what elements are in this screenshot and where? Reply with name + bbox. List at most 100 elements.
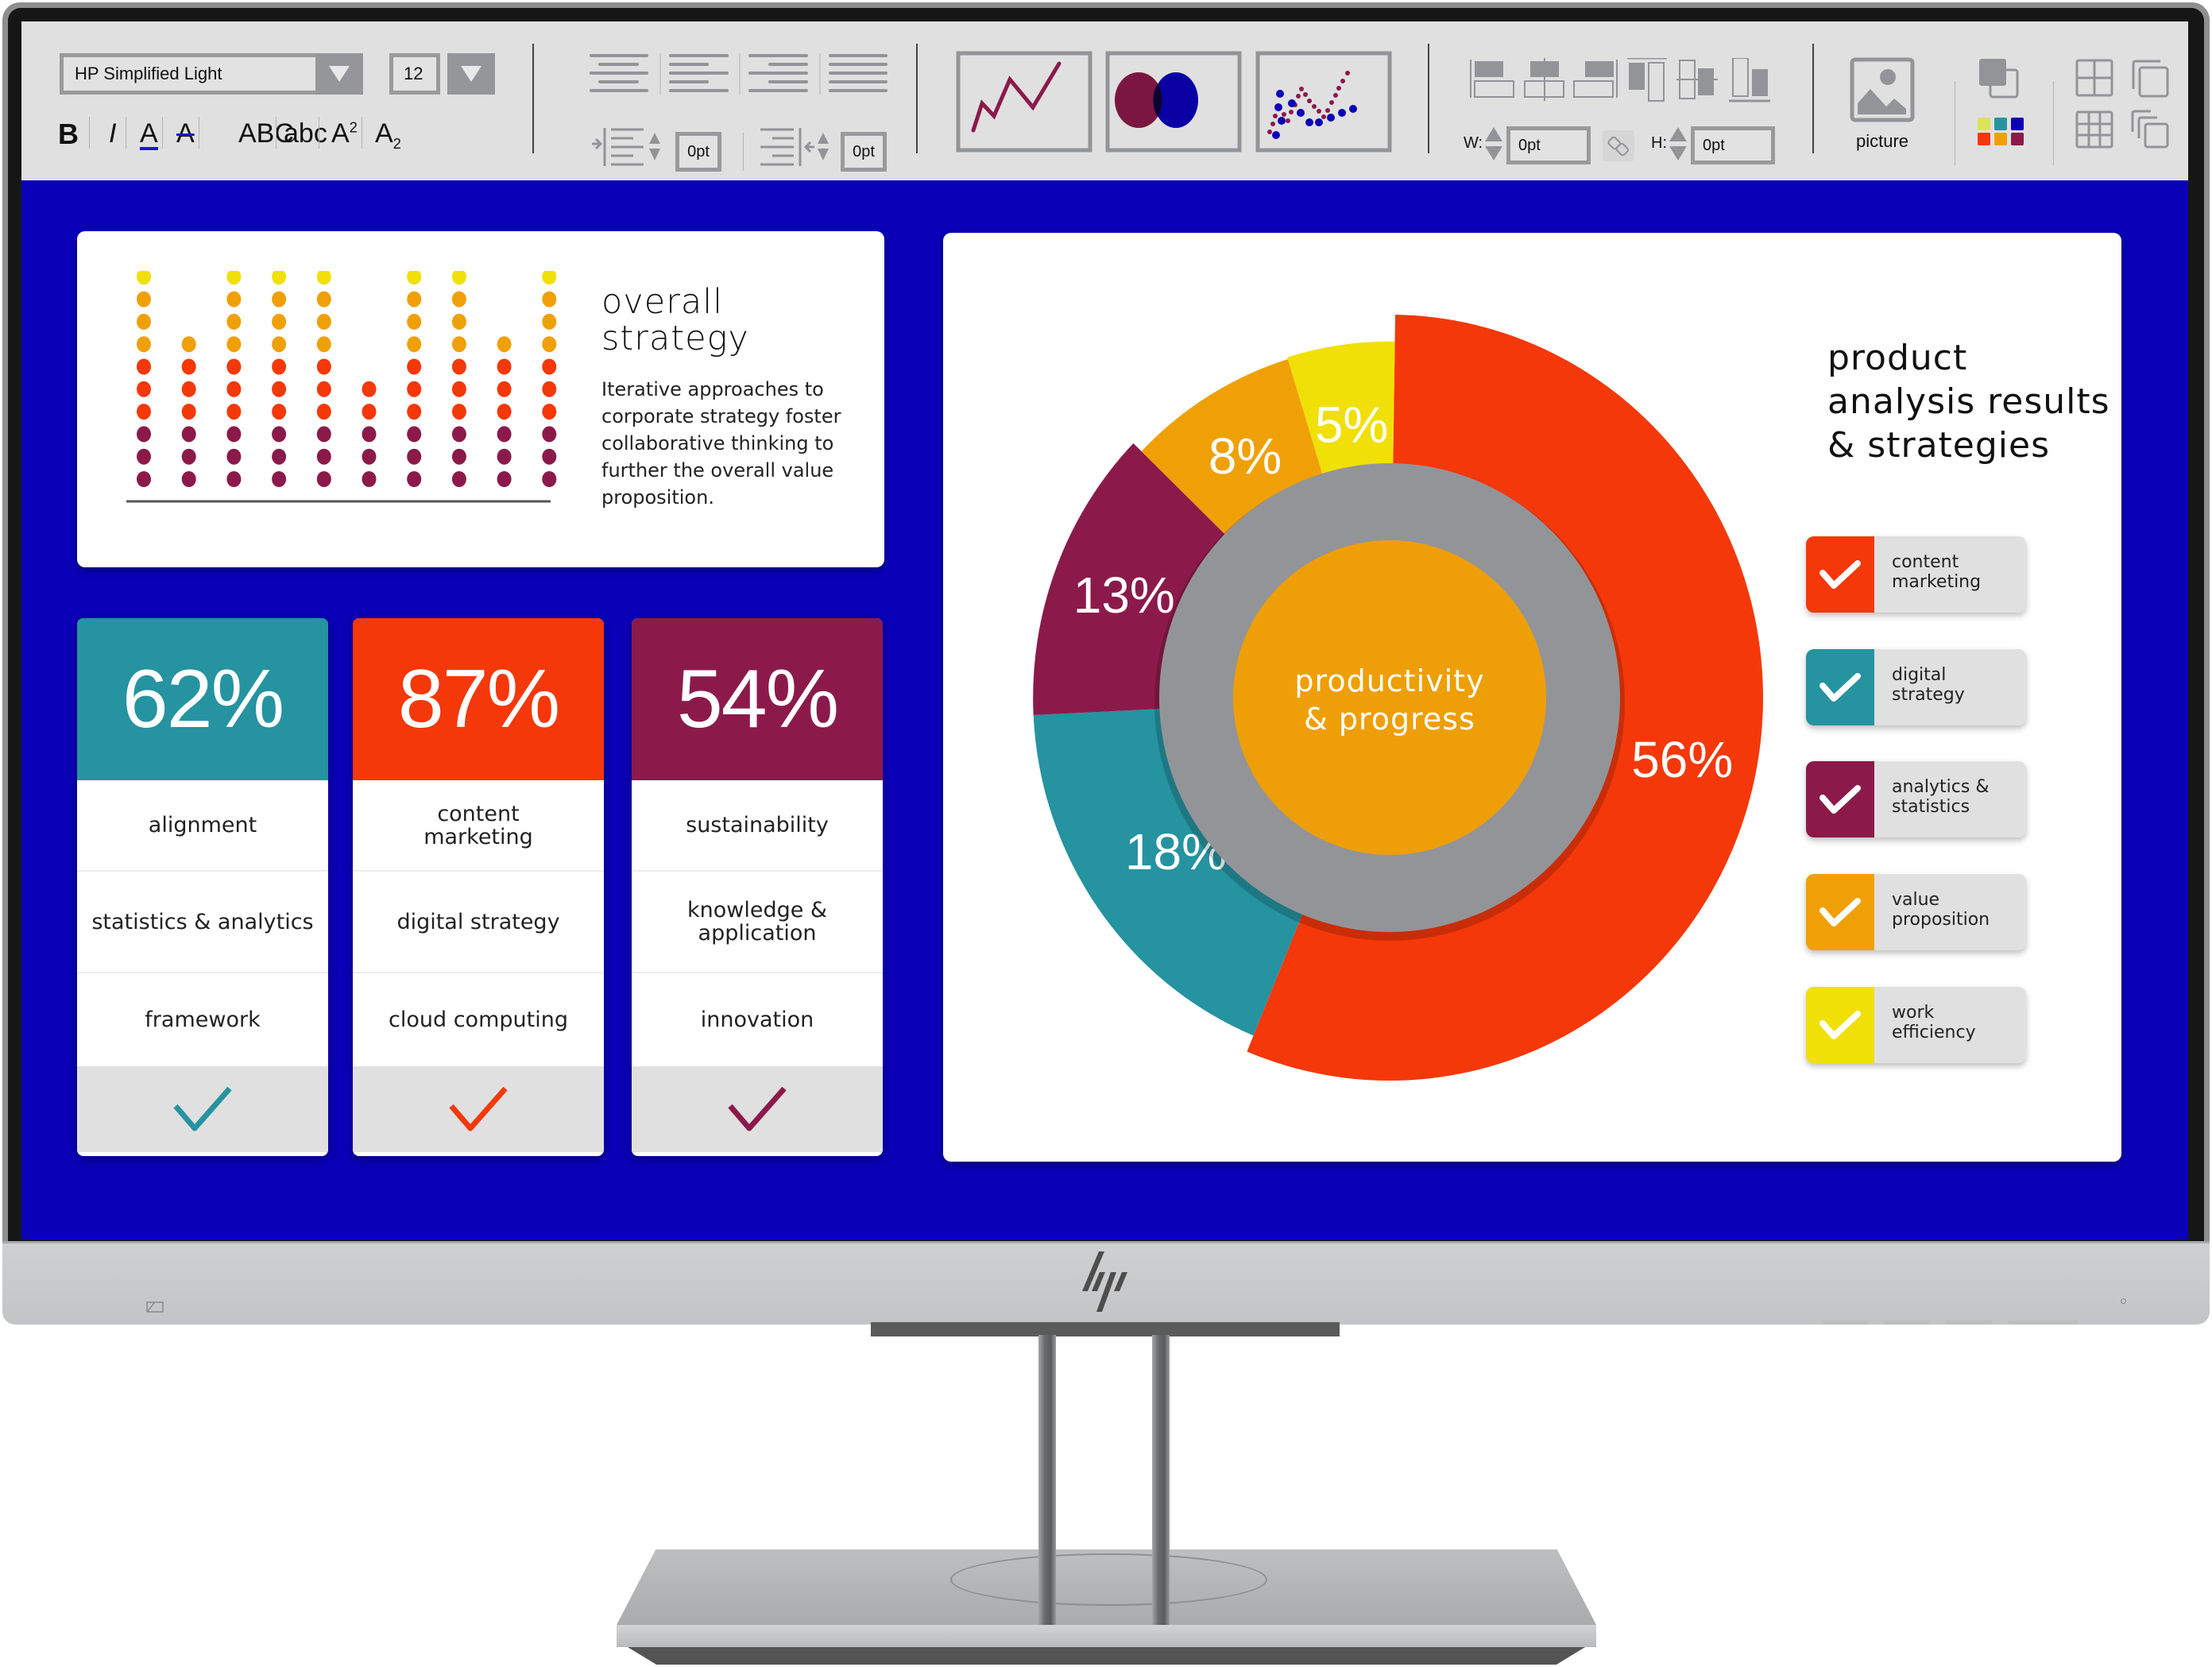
stat-row: sustainability: [632, 780, 883, 872]
superscript-button[interactable]: A2: [331, 120, 358, 147]
checkmark-icon[interactable]: [171, 1085, 234, 1133]
align-left-icon[interactable]: [669, 54, 729, 92]
legend-label-line: content: [1892, 552, 1959, 572]
strikethrough-button[interactable]: A: [176, 120, 195, 147]
align-center-icon[interactable]: [590, 54, 648, 92]
dot: [362, 448, 377, 465]
dot-column-chart: [126, 271, 557, 503]
dot: [407, 291, 422, 307]
subscript-button[interactable]: A2: [375, 120, 401, 151]
bold-button[interactable]: B: [58, 120, 79, 149]
stepper-up-icon[interactable]: [1669, 127, 1687, 141]
legend-label-line: analytics &: [1892, 777, 1990, 797]
multi-duplicate-icon[interactable]: [2130, 110, 2170, 149]
stat-value: 62%: [77, 618, 328, 780]
arrange-order-icon[interactable]: [1978, 57, 2021, 101]
dot: [542, 271, 557, 285]
stepper-up-icon[interactable]: [1485, 127, 1502, 141]
legend-item[interactable]: content marketing: [1806, 536, 2026, 613]
width-stepper[interactable]: [1483, 126, 1504, 164]
table-3x3-icon[interactable]: [2075, 110, 2113, 149]
justify-icon[interactable]: [829, 54, 888, 92]
dot: [407, 313, 422, 330]
font-family-field[interactable]: HP Simplified Light: [60, 53, 333, 95]
palette-swatch: [1994, 118, 2007, 130]
height-field[interactable]: 0pt: [1691, 126, 1775, 164]
stepper-down-icon[interactable]: [1669, 146, 1687, 161]
insert-picture-button[interactable]: picture: [1847, 57, 1918, 159]
align-objects-bottom-icon[interactable]: [1729, 58, 1770, 102]
dot: [407, 426, 422, 443]
table-2x2-icon[interactable]: [2075, 59, 2113, 97]
lowercase-button[interactable]: abc: [284, 120, 327, 147]
subscript-base: A: [375, 118, 393, 149]
legend-label: work efficiency: [1892, 1003, 1976, 1042]
dot: [407, 271, 422, 285]
align-objects-right-icon[interactable]: [1573, 60, 1618, 98]
stat-footer: [353, 1066, 604, 1152]
indent-left-icon[interactable]: [592, 126, 679, 168]
checkmark-icon[interactable]: [447, 1085, 510, 1133]
stepper-up-icon[interactable]: [818, 133, 829, 144]
dot: [451, 448, 466, 465]
legend-label: value proposition: [1892, 890, 1990, 930]
menu-button[interactable]: [1821, 1321, 1869, 1325]
align-objects-left-icon[interactable]: [1470, 60, 1514, 98]
stepper-down-icon[interactable]: [649, 149, 660, 161]
legend-item[interactable]: digital strategy: [1806, 649, 2026, 725]
lock-aspect-ratio-button[interactable]: [1603, 130, 1634, 161]
stepper-up-icon[interactable]: [649, 133, 660, 144]
align-objects-center-icon[interactable]: [1524, 58, 1564, 101]
indent-left-field[interactable]: 0pt: [675, 132, 721, 172]
insert-scatter-plot-button[interactable]: [1255, 51, 1392, 153]
italic-button[interactable]: I: [109, 120, 116, 147]
dot: [226, 271, 242, 285]
font-family-dropdown-button[interactable]: [315, 53, 363, 95]
dot: [451, 426, 466, 443]
stepper-down-icon[interactable]: [1485, 146, 1502, 161]
dot: [451, 358, 466, 375]
insert-line-chart-button[interactable]: [956, 51, 1092, 153]
underline-button[interactable]: A: [140, 120, 158, 150]
strategy-title-line: overall: [601, 282, 724, 322]
legend-label: digital strategy: [1892, 665, 1965, 705]
dot: [542, 426, 557, 443]
dot: [272, 291, 287, 307]
dot: [497, 426, 512, 443]
separator: [162, 117, 163, 149]
minus-button[interactable]: [1883, 1321, 1931, 1325]
width-field[interactable]: 0pt: [1506, 126, 1591, 164]
duplicate-icon[interactable]: [2130, 59, 2170, 99]
legend-item[interactable]: work efficiency: [1806, 987, 2026, 1063]
stand-bracket: [871, 1322, 1340, 1336]
font-size-dropdown-button[interactable]: [447, 53, 495, 95]
stepper-down-icon[interactable]: [818, 149, 829, 161]
indent-right-field[interactable]: 0pt: [841, 132, 887, 172]
insert-venn-diagram-button[interactable]: [1105, 51, 1242, 153]
dot: [226, 404, 242, 420]
legend-item[interactable]: value proposition: [1806, 874, 2026, 950]
color-palette-button[interactable]: [1978, 118, 2025, 147]
stat-row: framework: [145, 1008, 261, 1032]
legend-item[interactable]: analytics & statistics: [1806, 761, 2026, 837]
legend-swatch: [1806, 761, 1874, 837]
height-stepper[interactable]: [1668, 126, 1688, 164]
dot: [542, 381, 557, 397]
align-right-icon[interactable]: [748, 54, 808, 92]
dot: [181, 336, 196, 353]
indent-right-icon[interactable]: [760, 126, 848, 168]
dot: [362, 404, 377, 420]
checkmark-icon[interactable]: [725, 1085, 789, 1133]
align-objects-top-icon[interactable]: [1627, 58, 1667, 102]
power-button[interactable]: [2007, 1321, 2079, 1325]
align-objects-middle-icon[interactable]: [1676, 60, 1718, 99]
dot: [181, 358, 196, 375]
stat-value: 54%: [632, 618, 883, 780]
input-source-icon[interactable]: [146, 1301, 164, 1313]
plus-button[interactable]: [1945, 1321, 1993, 1325]
dot: [542, 358, 557, 375]
dot: [316, 448, 331, 465]
dot: [497, 381, 512, 397]
dot: [226, 381, 242, 397]
font-size-field[interactable]: 12: [389, 53, 440, 95]
